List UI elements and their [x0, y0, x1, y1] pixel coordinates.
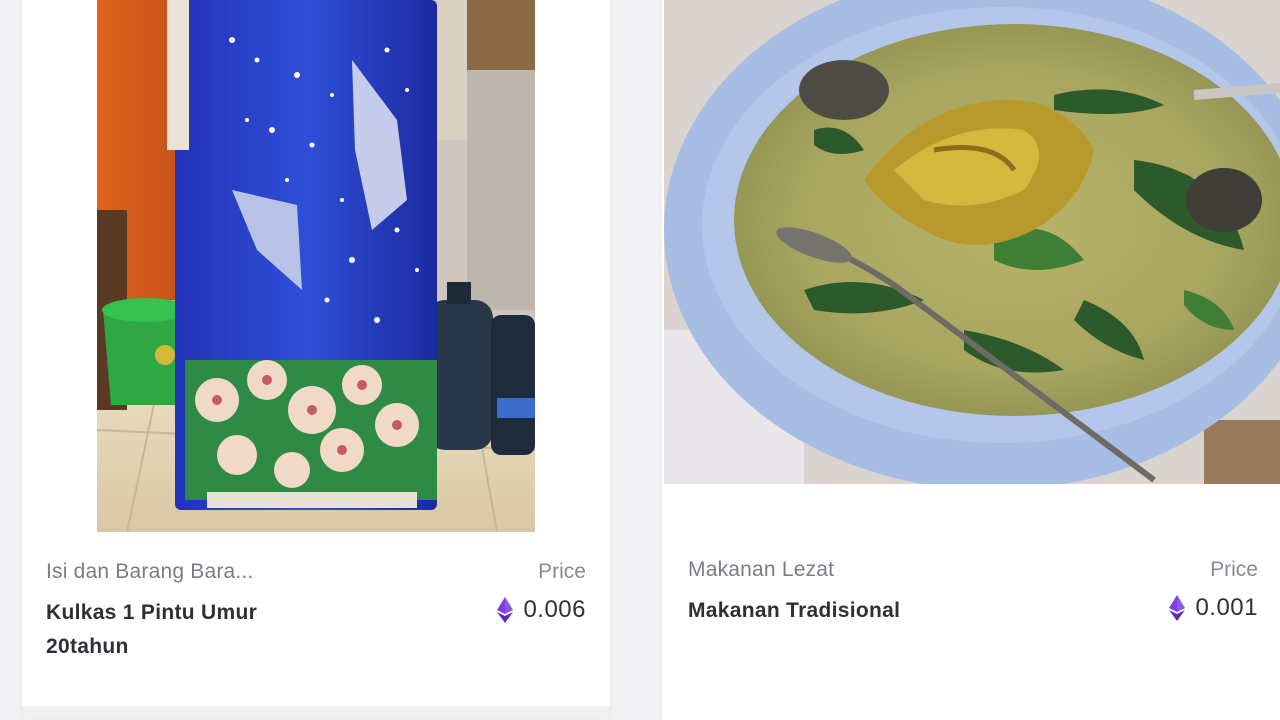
listing-title[interactable]: Kulkas 1 Pintu Umur 20tahun [46, 596, 306, 664]
ethereum-icon [1169, 595, 1186, 621]
listing-card[interactable]: Makanan Lezat Makanan Tradisional Price … [662, 0, 1280, 720]
refrigerator-photo [97, 0, 535, 532]
price-amount: 0.006 [523, 596, 586, 623]
price-value: 0.006 [497, 596, 586, 624]
listing-title[interactable]: Makanan Tradisional [688, 594, 900, 628]
soup-bowl-photo [664, 0, 1280, 484]
listing-category[interactable]: Isi dan Barang Bara... [46, 560, 254, 584]
listing-image[interactable] [664, 0, 1280, 484]
listing-card[interactable]: Isi dan Barang Bara... Kulkas 1 Pintu Um… [22, 0, 610, 718]
price-label: Price [1210, 558, 1258, 581]
price-label: Price [538, 560, 586, 583]
nft-listing-grid: Isi dan Barang Bara... Kulkas 1 Pintu Um… [0, 0, 1280, 720]
listing-category[interactable]: Makanan Lezat [688, 558, 834, 582]
price-value: 0.001 [1169, 594, 1258, 622]
listing-image[interactable] [97, 0, 535, 532]
card-footer-divider [22, 706, 610, 718]
price-amount: 0.001 [1195, 594, 1258, 621]
ethereum-icon [497, 597, 514, 623]
